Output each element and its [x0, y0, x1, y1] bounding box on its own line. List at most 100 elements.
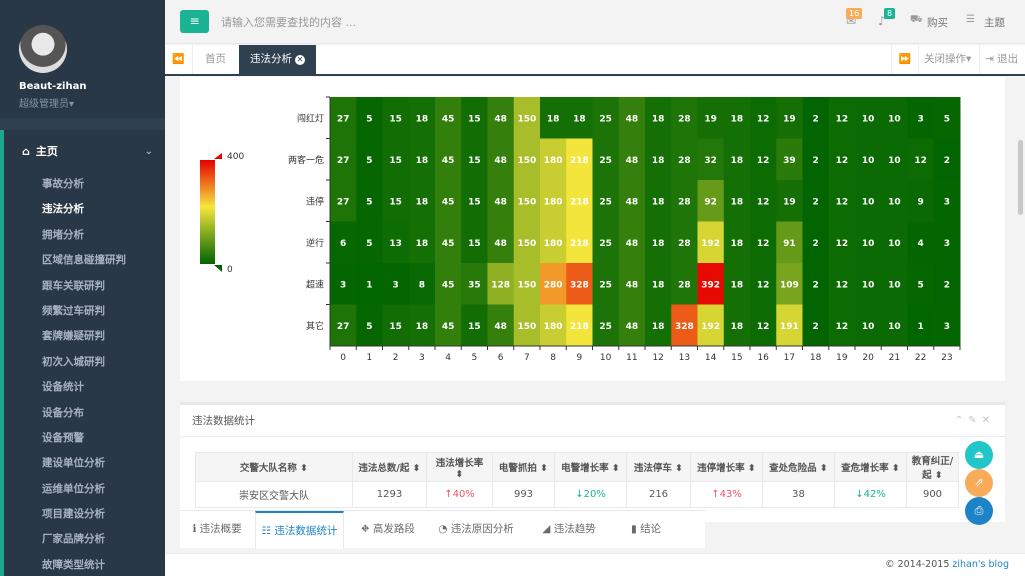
table-cell-rate1: ↑40% — [426, 481, 493, 508]
heatmap-cell-label: 18 — [573, 114, 586, 124]
table-row[interactable]: 崇安区交警大队 1293 ↑40% 993 ↓20% 216 ↑43% 38 ↓42% 900 — [195, 481, 959, 508]
x-axis-label: 23 — [941, 353, 952, 363]
stats-panel-title: 违法数据统计 — [180, 405, 1005, 437]
bottom-tab-4[interactable]: ◢ 违法趋势 — [530, 511, 608, 549]
logout-icon: ⇥ — [985, 53, 994, 65]
sort-icon: ⬍ — [931, 470, 943, 481]
theme-link[interactable]: 主题 — [984, 15, 1005, 30]
bottom-tab-1[interactable]: ☷ 违法数据统计 — [255, 511, 344, 549]
x-axis-label: 10 — [600, 353, 612, 363]
heatmap-cell-label: 6 — [340, 239, 346, 249]
bottom-tab-3[interactable]: ◔ 违法原因分析 — [430, 511, 522, 549]
visual-map-bottom-handle[interactable] — [214, 265, 222, 272]
heatmap-cell-label: 25 — [599, 322, 612, 332]
float-print-button[interactable]: ⎙ — [965, 497, 993, 525]
visual-map-bar[interactable] — [200, 160, 215, 264]
sidebar-item-7[interactable]: 初次入城研判 — [4, 350, 165, 375]
tab-home[interactable]: 首页 — [194, 45, 237, 74]
tab-scroll-right-button[interactable]: ⏩ — [891, 45, 919, 74]
column-header-label: 电警增长率 — [561, 463, 609, 474]
search-input[interactable]: 请输入您需要查找的内容 ... — [221, 14, 356, 30]
avatar[interactable] — [19, 25, 67, 73]
close-operations-dropdown[interactable]: 关闭操作▾ — [916, 45, 981, 74]
heatmap-cell-label: 48 — [626, 280, 639, 290]
column-header-4[interactable]: 电警增长率 ⬍ — [554, 452, 627, 482]
visual-map-min-label: 0 — [227, 265, 233, 275]
user-name[interactable]: Beaut-zihan — [19, 81, 165, 92]
sidebar-item-3[interactable]: 区域信息碰撞研判 — [4, 248, 165, 273]
tab-scroll-left-button[interactable]: ⏪ — [165, 45, 193, 74]
sidebar: Beaut-zihan 超级管理员▾ ⌂ 主页 ⌄ 事故分析 违法分析 拥堵分析 区域… — [0, 0, 165, 576]
sidebar-item-2[interactable]: 拥堵分析 — [4, 223, 165, 248]
menu-toggle-button[interactable]: ≡ — [180, 10, 209, 33]
close-panel-icon[interactable]: ✕ — [982, 415, 995, 426]
column-header-9[interactable]: 教育纠正/起 ⬍ — [906, 452, 959, 482]
heatmap-cell-label: 18 — [652, 322, 665, 332]
column-header-5[interactable]: 违法停车 ⬍ — [626, 452, 691, 482]
panel-tools: ⌃✎✕ — [955, 405, 995, 437]
tab-violation-analysis[interactable]: 违法分析 ✕ — [239, 45, 316, 74]
column-header-3[interactable]: 电警抓拍 ⬍ — [492, 452, 555, 482]
buy-link[interactable]: 购买 — [927, 15, 948, 30]
column-header-2[interactable]: 违法增长率 ⬍ — [426, 452, 493, 482]
heatmap-cell-label: 10 — [888, 197, 901, 207]
sidebar-item-1[interactable]: 违法分析 — [4, 197, 165, 222]
heatmap-cell-label: 9 — [917, 197, 923, 207]
bottom-tab-5[interactable]: ▮ 结论 — [620, 511, 672, 549]
sidebar-item-5[interactable]: 频繁过车研判 — [4, 299, 165, 324]
visual-map-top-handle[interactable] — [214, 153, 222, 159]
sidebar-item-8[interactable]: 设备统计 — [4, 375, 165, 400]
page-scrollbar[interactable] — [1018, 140, 1023, 215]
heatmap-cell-label: 25 — [599, 197, 612, 207]
heatmap-cell-label: 39 — [783, 156, 796, 166]
heatmap-cell-label: 5 — [944, 114, 950, 124]
pie-icon: ◔ — [438, 523, 451, 535]
table-cell-rate3: ↑43% — [690, 481, 763, 508]
main-content: 400 0 27 5 15 18 45 15 48 150 18 18 25 48 18 28 19 18 12… — [165, 77, 1025, 553]
heatmap-cell-label: 10 — [862, 322, 875, 332]
column-header-1[interactable]: 违法总数/起 ⬍ — [352, 452, 427, 482]
collapse-icon[interactable]: ⌃ — [955, 415, 968, 426]
heatmap-cell-label: 45 — [442, 322, 455, 332]
bottom-tab-0[interactable]: ℹ 违法概要 — [180, 511, 254, 549]
column-header-6[interactable]: 违停增长率 ⬍ — [690, 452, 763, 482]
column-header-0[interactable]: 交警大队名称 ⬍ — [195, 452, 353, 482]
info-icon: ℹ — [192, 523, 200, 535]
x-axis-label: 11 — [626, 353, 637, 363]
visual-map-max-label: 400 — [227, 152, 244, 162]
sidebar-item-0[interactable]: 事故分析 — [4, 172, 165, 197]
sidebar-item-12[interactable]: 运维单位分析 — [4, 477, 165, 502]
sort-icon: ⬍ — [455, 468, 464, 480]
sidebar-item-9[interactable]: 设备分布 — [4, 401, 165, 426]
wrench-icon[interactable]: ✎ — [968, 415, 981, 426]
heatmap-cell-label: 45 — [442, 280, 455, 290]
column-header-7[interactable]: 查处危险品 ⬍ — [762, 452, 835, 482]
heatmap-cell-label: 25 — [599, 280, 612, 290]
sidebar-item-6[interactable]: 套牌嫌疑研判 — [4, 324, 165, 349]
heatmap-cell-label: 12 — [836, 280, 849, 290]
heatmap-cell-label: 1 — [366, 280, 372, 290]
menu-home[interactable]: ⌂ 主页 ⌄ — [0, 130, 165, 172]
float-export-button[interactable]: ⇗ — [965, 469, 993, 497]
close-tab-icon[interactable]: ✕ — [295, 55, 305, 65]
sidebar-item-15[interactable]: 故障类型统计 — [4, 553, 165, 576]
heatmap-cell-label: 27 — [337, 197, 350, 207]
sidebar-item-13[interactable]: 项目建设分析 — [4, 502, 165, 527]
user-role-dropdown[interactable]: 超级管理员▾ — [19, 95, 165, 110]
arrow-down-icon: ↓ — [855, 489, 864, 500]
heatmap-cell-label: 27 — [337, 322, 350, 332]
sidebar-item-11[interactable]: 建设单位分析 — [4, 451, 165, 476]
heatmap-cell-label: 2 — [944, 280, 950, 290]
x-axis-label: 12 — [652, 353, 663, 363]
sidebar-item-10[interactable]: 设备预警 — [4, 426, 165, 451]
float-eject-button[interactable]: ⏏ — [965, 441, 993, 469]
logout-button[interactable]: ⇥ 退出 — [979, 45, 1024, 74]
column-header-8[interactable]: 查危增长率 ⬍ — [834, 452, 907, 482]
heatmap-cell-label: 18 — [547, 114, 560, 124]
sidebar-item-14[interactable]: 厂家品牌分析 — [4, 527, 165, 552]
table-cell-educate: 900 — [906, 481, 959, 508]
bottom-tab-2[interactable]: ⛖ 高发路段 — [350, 511, 426, 549]
sidebar-item-4[interactable]: 跟车关联研判 — [4, 274, 165, 299]
sort-icon: ⬍ — [671, 463, 684, 474]
tab-bar: ⏪ 首页 违法分析 ✕ ⏩ 关闭操作▾ ⇥ 退出 — [165, 45, 1025, 76]
